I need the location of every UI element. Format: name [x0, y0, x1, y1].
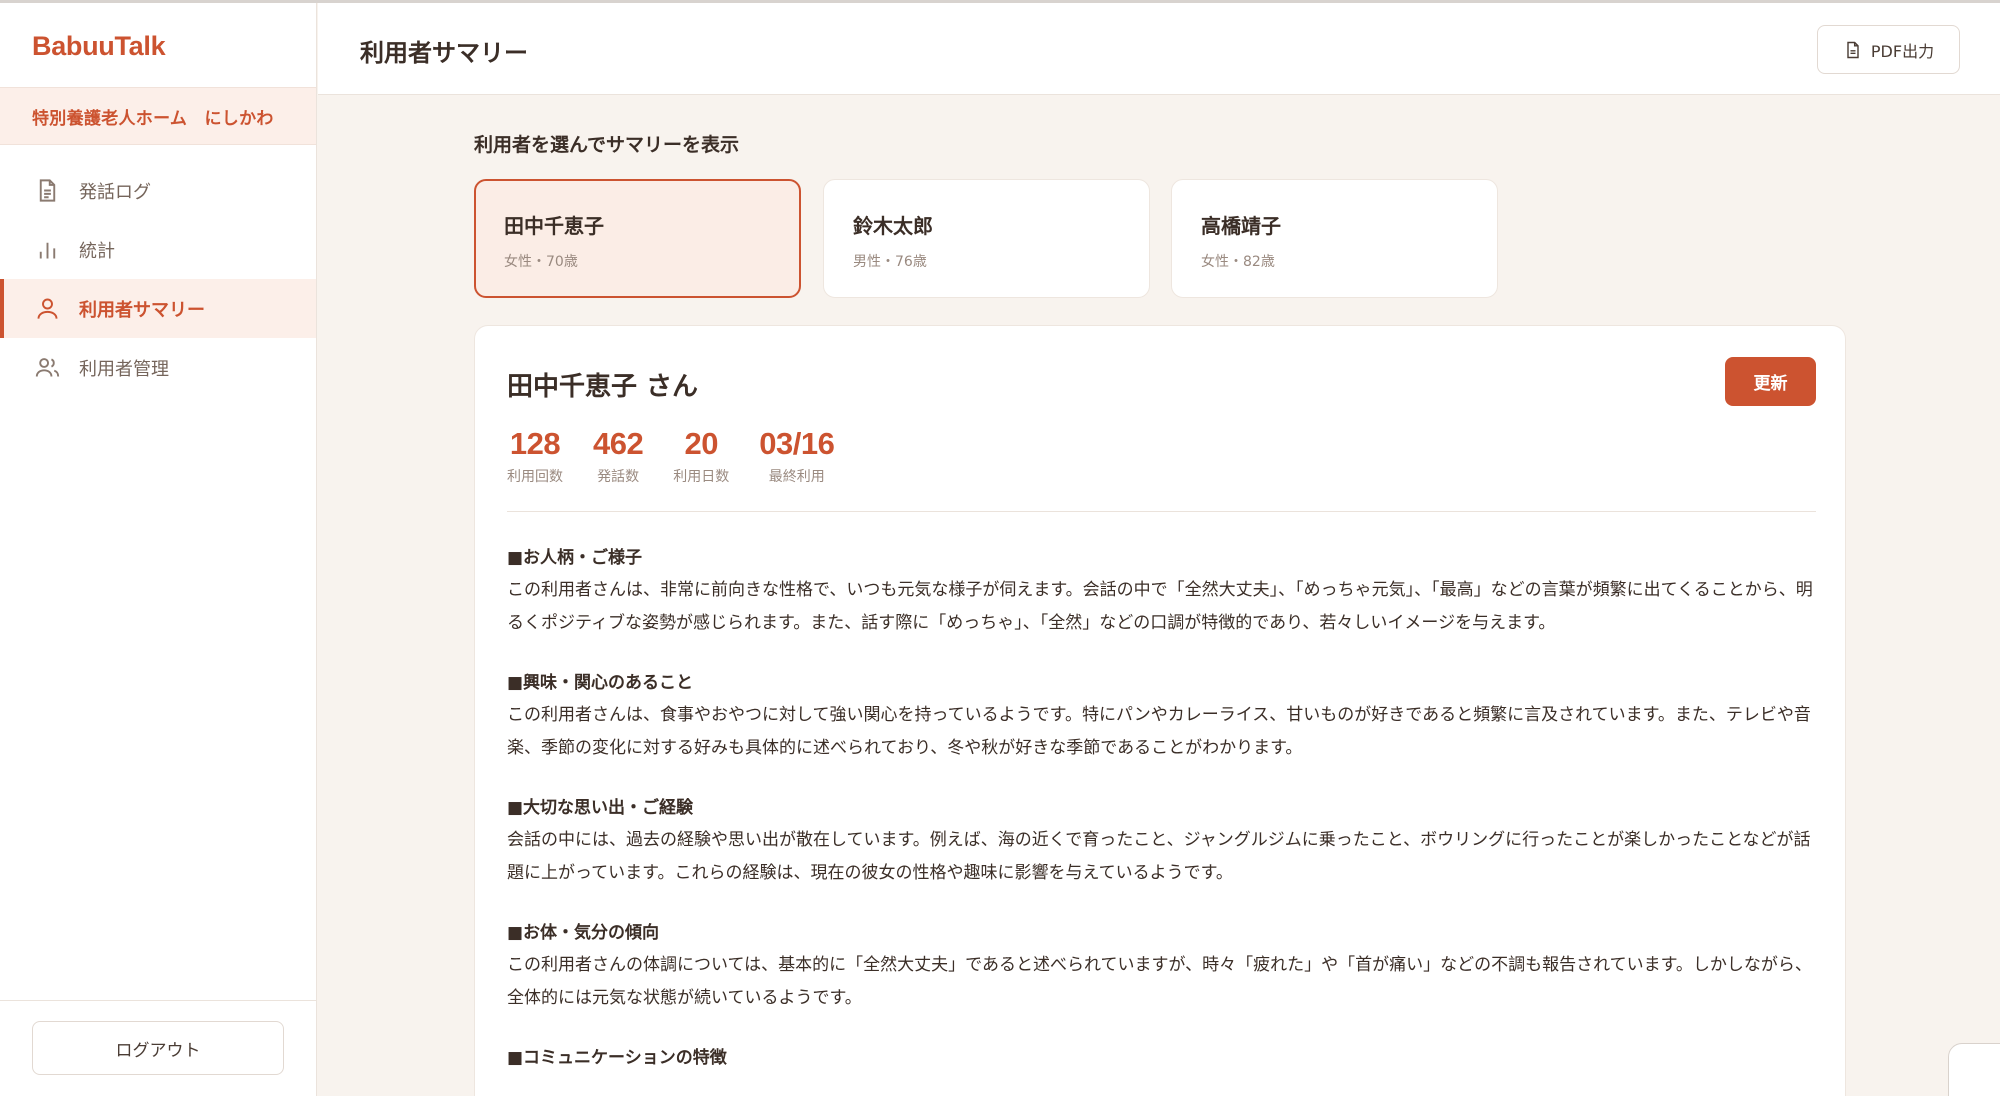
- stat-label: 発話数: [597, 469, 640, 485]
- stat-value: 03/16: [759, 426, 835, 461]
- section-body: 会話の中には、過去の経験や思い出が散在しています。例えば、海の近くで育ったこと、…: [507, 830, 1811, 883]
- page-title: 利用者サマリー: [360, 39, 528, 67]
- stat-label: 最終利用: [768, 469, 825, 485]
- refresh-button[interactable]: 更新: [1725, 357, 1816, 406]
- sidebar-item-label: 発話ログ: [79, 181, 151, 203]
- user-card[interactable]: 田中千恵子 女性・70歳: [474, 179, 801, 298]
- stat-value: 128: [509, 426, 561, 461]
- summary-sections: ■お人柄・ご様子 この利用者さんは、非常に前向きな性格で、いつも元気な様子が伺え…: [507, 543, 1816, 1096]
- sidebar-item-label: 利用者管理: [79, 358, 169, 380]
- summary-section-communication: ■コミュニケーションの特徴: [507, 1043, 1816, 1068]
- document-icon: [39, 179, 56, 202]
- user-card-meta: 男性・76歳: [853, 254, 927, 270]
- stat-label: 利用日数: [673, 469, 730, 485]
- user-card[interactable]: 鈴木太郎 男性・76歳: [823, 179, 1150, 298]
- sidebar-item-label: 利用者サマリー: [79, 299, 205, 321]
- user-card-name: 鈴木太郎: [853, 214, 933, 238]
- pdf-export-label: PDF出力: [1870, 41, 1935, 61]
- sidebar-nav: 発話ログ 統計 利用者サマリー 利用者管理: [0, 161, 316, 397]
- facility-name: 特別養護老人ホーム にしかわ: [0, 87, 316, 145]
- section-heading: ■コミュニケーションの特徴: [507, 1048, 727, 1068]
- stat-usage-count: 128 利用回数: [507, 426, 563, 486]
- section-heading: ■お体・気分の傾向: [507, 923, 660, 943]
- summary-panel: 田中千恵子 さん 更新 128 利用回数 462 発話数 20 利用日数 03/…: [474, 325, 1846, 1096]
- user-select-heading: 利用者を選んでサマリーを表示: [474, 134, 740, 156]
- summary-section-memories: ■大切な思い出・ご経験 会話の中には、過去の経験や思い出が散在しています。例えば…: [507, 793, 1816, 890]
- pdf-export-button[interactable]: PDF出力: [1817, 25, 1960, 74]
- user-card[interactable]: 高橋靖子 女性・82歳: [1171, 179, 1498, 298]
- section-heading: ■興味・関心のあること: [507, 673, 694, 693]
- sidebar-footer: ログアウト: [0, 1000, 316, 1096]
- bar-chart-icon: [39, 242, 56, 259]
- section-body: この利用者さんは、食事やおやつに対して強い関心を持っているようです。特にパンやカ…: [507, 705, 1811, 758]
- user-icon: [37, 298, 58, 319]
- stat-utterance-count: 462 発話数: [593, 426, 644, 486]
- divider: [507, 511, 1816, 512]
- page-header: 利用者サマリー PDF出力: [318, 3, 2000, 95]
- summary-stats: 128 利用回数 462 発話数 20 利用日数 03/16 最終利用: [507, 426, 864, 486]
- stat-value: 462: [593, 426, 644, 461]
- user-card-name: 田中千恵子: [504, 214, 604, 238]
- stat-value: 20: [684, 426, 718, 461]
- floating-widget[interactable]: [1948, 1043, 2000, 1096]
- section-heading: ■お人柄・ご様子: [507, 548, 643, 568]
- summary-section-personality: ■お人柄・ご様子 この利用者さんは、非常に前向きな性格で、いつも元気な様子が伺え…: [507, 543, 1816, 640]
- user-card-meta: 女性・82歳: [1201, 254, 1275, 270]
- section-heading: ■大切な思い出・ご経験: [507, 798, 694, 818]
- sidebar-item-user-management[interactable]: 利用者管理: [0, 338, 316, 397]
- user-card-name: 高橋靖子: [1201, 214, 1281, 238]
- stat-last-used: 03/16 最終利用: [759, 426, 835, 486]
- section-body: この利用者さんは、非常に前向きな性格で、いつも元気な様子が伺えます。会話の中で「…: [507, 580, 1813, 633]
- summary-title: 田中千恵子 さん: [507, 372, 699, 402]
- logout-button[interactable]: ログアウト: [32, 1021, 284, 1075]
- sidebar-item-label: 統計: [79, 240, 115, 262]
- stat-usage-days: 20 利用日数: [673, 426, 729, 486]
- stat-label: 利用回数: [507, 469, 563, 485]
- sidebar-item-speech-log[interactable]: 発話ログ: [0, 161, 316, 220]
- sidebar: BabuuTalk 特別養護老人ホーム にしかわ 発話ログ 統計 利用者サマリー: [0, 3, 317, 1096]
- brand-logo[interactable]: BabuuTalk: [0, 3, 316, 87]
- users-icon: [35, 358, 60, 377]
- file-icon: [1847, 41, 1859, 58]
- sidebar-item-statistics[interactable]: 統計: [0, 220, 316, 279]
- section-body: この利用者さんの体調については、基本的に「全然大丈夫」であると述べられていますが…: [507, 955, 1812, 1008]
- summary-section-interests: ■興味・関心のあること この利用者さんは、食事やおやつに対して強い関心を持ってい…: [507, 668, 1816, 765]
- user-card-meta: 女性・70歳: [504, 254, 578, 270]
- sidebar-item-user-summary[interactable]: 利用者サマリー: [0, 279, 316, 338]
- summary-section-health: ■お体・気分の傾向 この利用者さんの体調については、基本的に「全然大丈夫」である…: [507, 918, 1816, 1015]
